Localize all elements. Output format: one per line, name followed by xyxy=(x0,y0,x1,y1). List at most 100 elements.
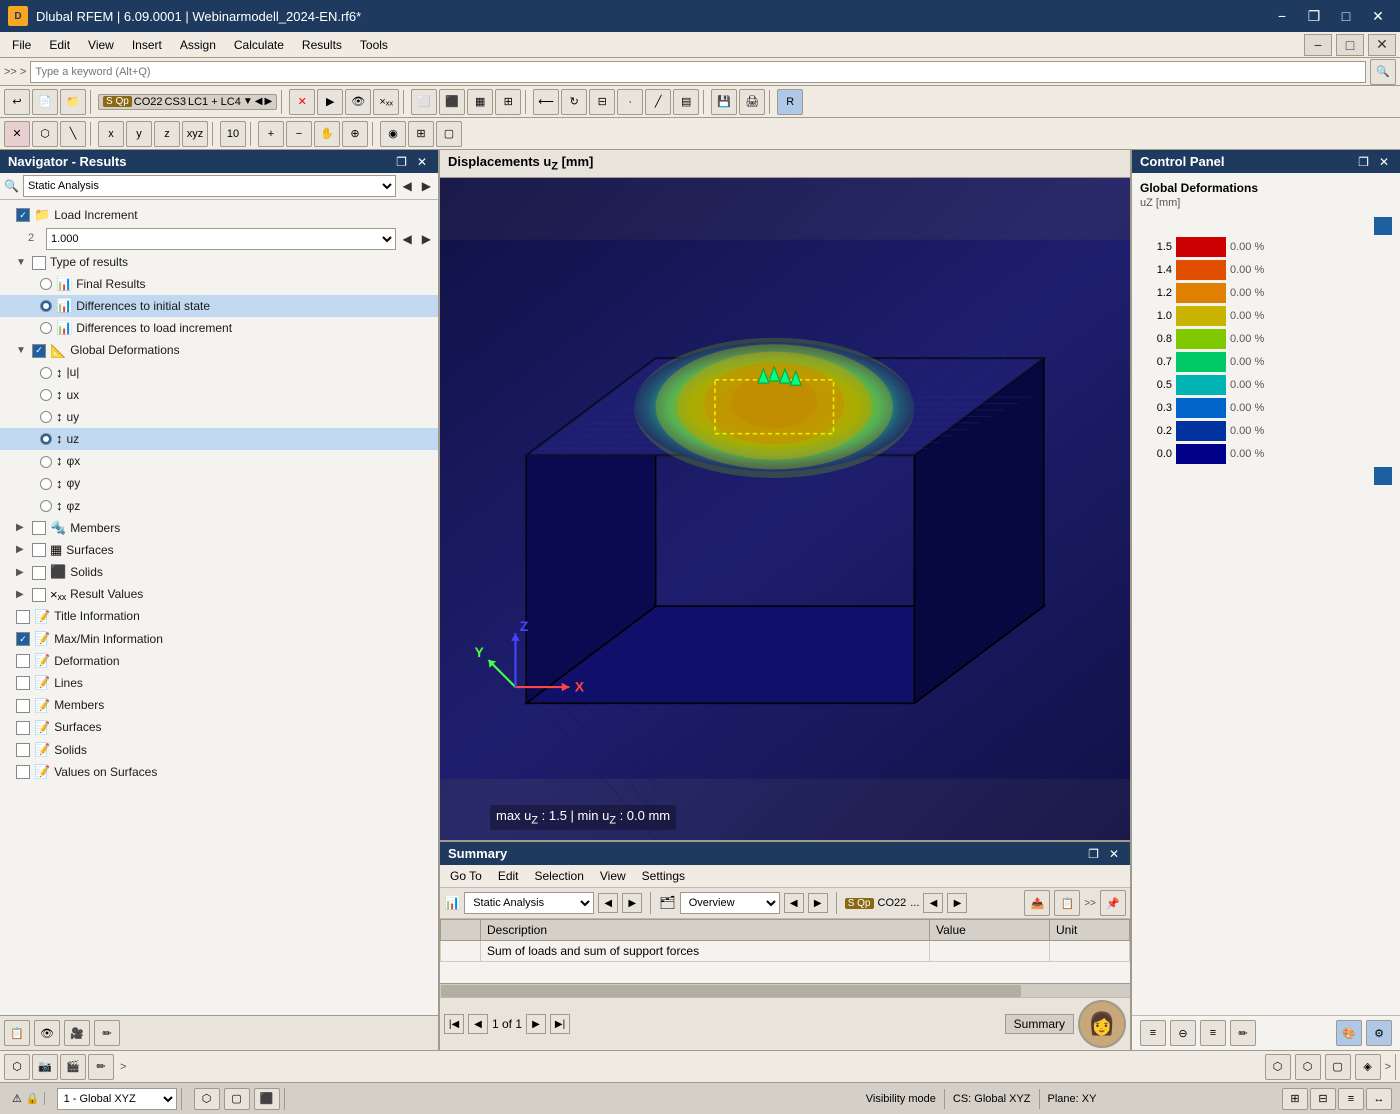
uy-radio[interactable] xyxy=(40,411,52,423)
tree-uz[interactable]: ↕ uz xyxy=(0,428,438,450)
status-right-btn4[interactable]: ↔ xyxy=(1366,1088,1392,1110)
tb-xxx[interactable]: ×ₓₓ xyxy=(373,89,399,115)
summary-close-btn[interactable]: ✕ xyxy=(1106,847,1122,861)
sum-analysis-next[interactable]: ▶ xyxy=(622,893,642,913)
surfaces-check[interactable] xyxy=(32,543,46,557)
filter-next-btn[interactable]: ▶ xyxy=(419,179,434,193)
btb-view1[interactable]: ⬡ xyxy=(4,1054,30,1080)
tree-uy[interactable]: ↕ uy xyxy=(0,406,438,428)
status-right-btn2[interactable]: ⊟ xyxy=(1310,1088,1336,1110)
tb-surfaces[interactable]: ▤ xyxy=(673,89,699,115)
tb-stop[interactable]: ✕ xyxy=(4,121,30,147)
surfaces2-check[interactable] xyxy=(16,721,30,735)
diff-increment-radio[interactable] xyxy=(40,322,52,334)
menu-view[interactable]: View xyxy=(80,36,122,54)
phix-radio[interactable] xyxy=(40,456,52,468)
tree-solids2[interactable]: 📝 Solids xyxy=(0,739,438,761)
search-button[interactable]: 🔍 xyxy=(1370,59,1396,85)
tb-y[interactable]: y xyxy=(126,121,152,147)
btb-pen[interactable]: ✏ xyxy=(88,1054,114,1080)
btb-mesh2-btn[interactable]: ⬡ xyxy=(1295,1054,1321,1080)
tree-members2[interactable]: 📝 Members xyxy=(0,695,438,717)
sum-export-btn[interactable]: 📤 xyxy=(1024,890,1050,916)
ux-radio[interactable] xyxy=(40,389,52,401)
tree-members[interactable]: ▶ 🔩 Members xyxy=(0,517,438,539)
cp-color-btn[interactable]: 🎨 xyxy=(1336,1020,1362,1046)
tree-type-of-results[interactable]: ▼ Type of results xyxy=(0,252,438,273)
tb-arrow[interactable]: ⟵ xyxy=(533,89,559,115)
load-increment-check[interactable]: ✓ xyxy=(16,208,30,222)
tb-rotate[interactable]: ↻ xyxy=(561,89,587,115)
nav-close-btn[interactable]: ✕ xyxy=(414,155,430,169)
tree-u-abs[interactable]: ↕ |u| xyxy=(0,362,438,384)
lc-next-btn[interactable]: ▶ xyxy=(264,96,272,107)
tb-eye[interactable]: 👁 xyxy=(345,89,371,115)
u-abs-radio[interactable] xyxy=(40,367,52,379)
tb-member[interactable]: ╲ xyxy=(60,121,86,147)
panel-min-button[interactable]: − xyxy=(1304,34,1332,56)
coord-system-select[interactable]: 1 - Global XYZ xyxy=(57,1088,177,1110)
sum-overview-select[interactable]: Overview xyxy=(680,892,780,914)
solids2-check[interactable] xyxy=(16,743,30,757)
sum-overview-next[interactable]: ▶ xyxy=(808,893,828,913)
title-info-check[interactable] xyxy=(16,610,30,624)
tb-10[interactable]: 10 xyxy=(220,121,246,147)
summary-menu-edit[interactable]: Edit xyxy=(492,867,525,885)
tb-undo[interactable]: ↩ xyxy=(4,89,30,115)
tree-phiy[interactable]: ↕ φy xyxy=(0,473,438,495)
summary-menu-settings[interactable]: Settings xyxy=(636,867,691,885)
tb-fit[interactable]: ⊕ xyxy=(342,121,368,147)
tree-phiz[interactable]: ↕ φz xyxy=(0,495,438,517)
status-right-btn3[interactable]: ≡ xyxy=(1338,1088,1364,1110)
nav-bottom-btn4[interactable]: ✏ xyxy=(94,1020,120,1046)
sum-copy-btn[interactable]: 📋 xyxy=(1054,890,1080,916)
close-button[interactable]: ✕ xyxy=(1364,5,1392,27)
page-first-btn[interactable]: |◀ xyxy=(444,1014,464,1034)
panel-close-button[interactable]: ✕ xyxy=(1368,34,1396,56)
menu-edit[interactable]: Edit xyxy=(41,36,78,54)
tb-filter[interactable]: ▦ xyxy=(467,89,493,115)
lc-dropdown-btn[interactable]: ▼ xyxy=(243,96,253,107)
status-btn3[interactable]: ⬛ xyxy=(254,1088,280,1110)
tree-lines[interactable]: 📝 Lines xyxy=(0,672,438,694)
tree-load-increment[interactable]: ✓ 📁 Load Increment xyxy=(0,204,438,226)
tree-global-def[interactable]: ▼ ✓ 📐 Global Deformations xyxy=(0,340,438,362)
tb-select[interactable]: ⬜ xyxy=(411,89,437,115)
diff-initial-radio[interactable] xyxy=(40,300,52,312)
tb-print[interactable]: 🖨 xyxy=(739,89,765,115)
tree-diff-increment[interactable]: 📊 Differences to load increment xyxy=(0,317,438,339)
page-last-btn[interactable]: ▶| xyxy=(550,1014,570,1034)
global-def-check[interactable]: ✓ xyxy=(32,344,46,358)
tb-deselect[interactable]: ⬛ xyxy=(439,89,465,115)
page-next-btn[interactable]: ▶ xyxy=(526,1014,546,1034)
panel-restore-button[interactable]: □ xyxy=(1336,34,1364,56)
search-input[interactable] xyxy=(30,61,1366,83)
tb-new[interactable]: 📄 xyxy=(32,89,58,115)
tb-z[interactable]: z xyxy=(154,121,180,147)
tb-zoom-in[interactable]: + xyxy=(258,121,284,147)
status-btn1[interactable]: ⬡ xyxy=(194,1088,220,1110)
cp-btn1[interactable]: ≡ xyxy=(1140,1020,1166,1046)
menu-file[interactable]: File xyxy=(4,36,39,54)
tb-display[interactable]: ▢ xyxy=(436,121,462,147)
maximize-button[interactable]: □ xyxy=(1332,5,1360,27)
lines-check[interactable] xyxy=(16,676,30,690)
btb-mesh4-btn[interactable]: ◈ xyxy=(1355,1054,1381,1080)
phiz-radio[interactable] xyxy=(40,500,52,512)
tb-save[interactable]: 💾 xyxy=(711,89,737,115)
sum-lc-next[interactable]: ▶ xyxy=(947,893,967,913)
values-surfaces-check[interactable] xyxy=(16,765,30,779)
tb-pan[interactable]: ✋ xyxy=(314,121,340,147)
load-val-prev[interactable]: ◀ xyxy=(400,232,415,246)
sum-lc-prev[interactable]: ◀ xyxy=(923,893,943,913)
status-btn2[interactable]: ▢ xyxy=(224,1088,250,1110)
status-right-btn1[interactable]: ⊞ xyxy=(1282,1088,1308,1110)
summary-tag[interactable]: Summary xyxy=(1005,1014,1074,1034)
tree-maxmin-info[interactable]: ✓ 📝 Max/Min Information xyxy=(0,628,438,650)
tb-grid[interactable]: ⊟ xyxy=(589,89,615,115)
tree-surfaces2[interactable]: 📝 Surfaces xyxy=(0,717,438,739)
page-prev-btn[interactable]: ◀ xyxy=(468,1014,488,1034)
lc-prev-btn[interactable]: ◀ xyxy=(255,96,263,107)
tree-final-results[interactable]: 📊 Final Results xyxy=(0,273,438,295)
summary-hscroll-thumb[interactable] xyxy=(441,985,1021,997)
